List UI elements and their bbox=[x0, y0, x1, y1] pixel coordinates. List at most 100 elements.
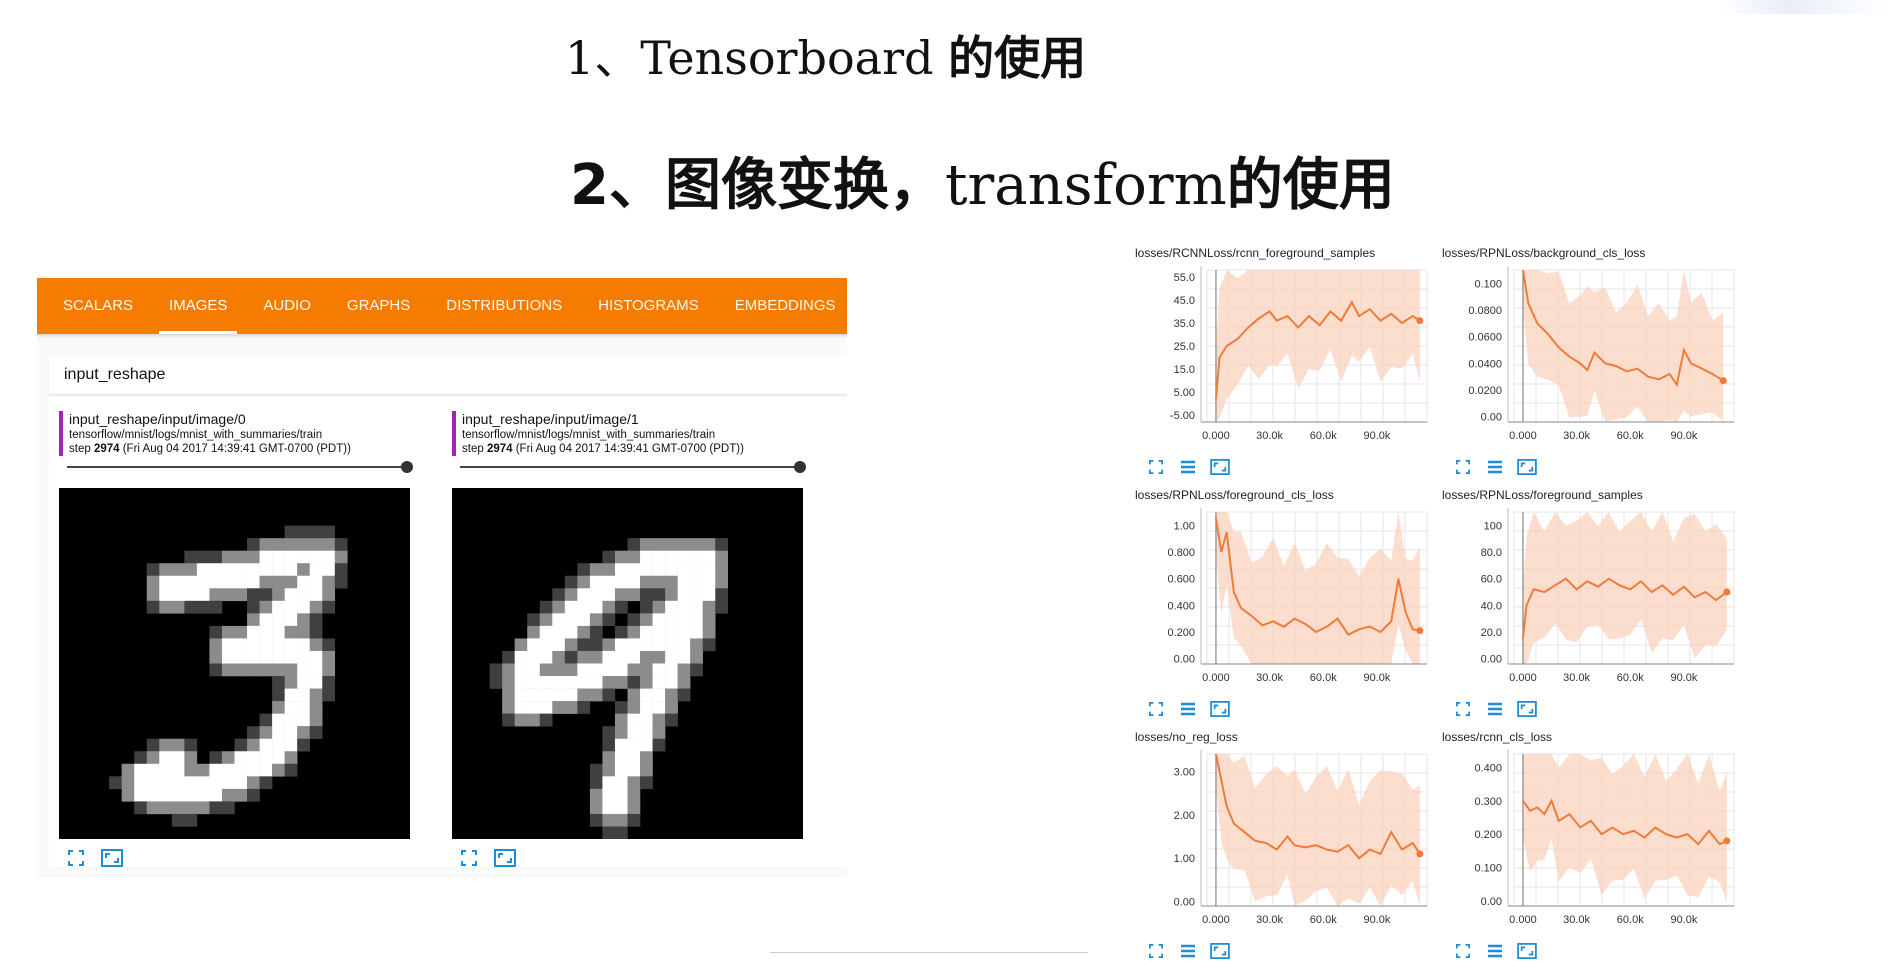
list-icon[interactable] bbox=[1177, 456, 1199, 478]
y-tick-label: 0.100 bbox=[1474, 863, 1502, 875]
fit-icon[interactable] bbox=[494, 847, 516, 869]
y-tick-label: 0.00 bbox=[1481, 896, 1502, 908]
y-tick-label: 1.00 bbox=[1174, 520, 1195, 532]
slider-track[interactable] bbox=[460, 466, 800, 468]
step-time: (Fri Aug 04 2017 14:39:41 GMT-0700 (PDT)… bbox=[512, 443, 744, 455]
x-tick-label: 60.0k bbox=[1310, 914, 1337, 926]
series-end-point bbox=[1723, 588, 1731, 596]
scalar-chart-2: losses/RPNLoss/foreground_cls_loss 1.00 0.… bbox=[1135, 488, 1445, 728]
image-item-1: input_reshape/input/image/1 tensorflow/m… bbox=[452, 411, 812, 869]
slider-knob[interactable] bbox=[794, 461, 806, 473]
x-tick-label: 60.0k bbox=[1310, 430, 1337, 442]
expand-icon[interactable] bbox=[1452, 456, 1474, 478]
x-tick-label: 30.0k bbox=[1563, 914, 1590, 926]
fit-icon[interactable] bbox=[1209, 940, 1231, 962]
tab-embeddings[interactable]: EMBEDDINGS bbox=[717, 278, 847, 334]
chart-title: losses/RPNLoss/background_cls_loss bbox=[1442, 246, 1646, 260]
card-title[interactable]: input_reshape bbox=[49, 356, 847, 395]
chart-actions bbox=[1145, 940, 1231, 962]
y-tick-label: 3.00 bbox=[1174, 766, 1195, 778]
slider-track[interactable] bbox=[67, 466, 407, 468]
step-slider[interactable] bbox=[460, 458, 812, 476]
title-2-suffix: 的使用 bbox=[1226, 153, 1395, 218]
chart-plot: 55.0 45.0 35.0 25.0 15.0 5.00 -5.00 0.000 30.0k 6… bbox=[1170, 266, 1428, 442]
x-tick-label: 90.0k bbox=[1670, 430, 1697, 442]
expand-icon[interactable] bbox=[1452, 940, 1474, 962]
chart-actions bbox=[1145, 456, 1231, 478]
x-tick-label: 0.000 bbox=[1509, 430, 1537, 442]
chart-title: losses/RPNLoss/foreground_samples bbox=[1442, 488, 1643, 502]
expand-icon[interactable] bbox=[65, 847, 87, 869]
fit-icon[interactable] bbox=[1209, 456, 1231, 478]
image-card: input_reshape input_reshape/input/image/… bbox=[49, 356, 847, 869]
expand-icon[interactable] bbox=[1452, 698, 1474, 720]
slide-title-2: 2、图像变换，transform的使用 bbox=[570, 140, 1395, 221]
fit-icon[interactable] bbox=[1516, 940, 1538, 962]
x-tick-label: 60.0k bbox=[1617, 672, 1644, 684]
chart-plot: 3.00 2.00 1.00 0.00 0.000 30.0k 60.0k 90.0k bbox=[1174, 750, 1428, 926]
y-tick-label: 0.400 bbox=[1474, 762, 1502, 774]
x-tick-label: 90.0k bbox=[1363, 430, 1390, 442]
expand-icon[interactable] bbox=[458, 847, 480, 869]
list-icon[interactable] bbox=[1177, 698, 1199, 720]
expand-icon[interactable] bbox=[1145, 698, 1167, 720]
x-tick-label: 90.0k bbox=[1363, 672, 1390, 684]
step-time: (Fri Aug 04 2017 14:39:41 GMT-0700 (PDT)… bbox=[119, 443, 351, 455]
chart-title: losses/RCNNLoss/rcnn_foreground_samples bbox=[1135, 246, 1376, 260]
fit-icon[interactable] bbox=[1209, 698, 1231, 720]
x-tick-label: 0.000 bbox=[1202, 914, 1230, 926]
chart-actions bbox=[1452, 940, 1538, 962]
y-tick-label: 80.0 bbox=[1481, 547, 1502, 559]
x-tick-label: 30.0k bbox=[1256, 430, 1283, 442]
y-tick-label: 15.0 bbox=[1174, 364, 1195, 376]
corner-decoration bbox=[1720, 0, 1889, 14]
image-run: tensorflow/mnist/logs/mnist_with_summari… bbox=[462, 429, 716, 441]
tab-distributions[interactable]: DISTRIBUTIONS bbox=[428, 278, 580, 334]
list-icon[interactable] bbox=[1177, 940, 1199, 962]
scalar-chart-0: losses/RCNNLoss/rcnn_foreground_samples 5… bbox=[1135, 246, 1445, 486]
step-slider[interactable] bbox=[67, 458, 419, 476]
tensorboard-nav: SCALARS IMAGES AUDIO GRAPHS DISTRIBUTIONS HIS… bbox=[37, 278, 847, 334]
x-tick-label: 0.000 bbox=[1509, 672, 1537, 684]
y-tick-label: 0.00 bbox=[1481, 412, 1502, 424]
step-label: step bbox=[69, 443, 94, 455]
chart-title: losses/RPNLoss/foreground_cls_loss bbox=[1135, 488, 1334, 502]
tab-audio[interactable]: AUDIO bbox=[245, 278, 329, 334]
series-end-point bbox=[1719, 377, 1727, 385]
y-tick-label: 0.00 bbox=[1481, 654, 1502, 666]
list-icon[interactable] bbox=[1484, 456, 1506, 478]
chart-plot: 100 80.0 60.0 40.0 20.0 0.00 0.000 30.0k 60.0k 90… bbox=[1481, 508, 1735, 684]
list-icon[interactable] bbox=[1484, 940, 1506, 962]
slider-knob[interactable] bbox=[401, 461, 413, 473]
tab-scalars[interactable]: SCALARS bbox=[45, 278, 151, 334]
x-tick-label: 60.0k bbox=[1617, 430, 1644, 442]
series-end-point bbox=[1416, 317, 1424, 325]
y-tick-label: 0.0600 bbox=[1468, 332, 1502, 344]
list-icon[interactable] bbox=[1484, 698, 1506, 720]
fit-icon[interactable] bbox=[1516, 698, 1538, 720]
step-value: 2974 bbox=[93, 443, 120, 455]
title-2-prefix: 2、图像变换， bbox=[570, 153, 945, 218]
fit-icon[interactable] bbox=[101, 847, 123, 869]
chart-actions bbox=[1452, 698, 1538, 720]
x-tick-label: 30.0k bbox=[1563, 672, 1590, 684]
series-end-point bbox=[1416, 627, 1424, 635]
chart-plot: 1.00 0.800 0.600 0.400 0.200 0.00 0.000 30.0k 60… bbox=[1167, 508, 1428, 684]
image-step: step 2974 (Fri Aug 04 2017 14:39:41 GMT-… bbox=[462, 442, 812, 456]
chart-title: losses/no_reg_loss bbox=[1135, 730, 1238, 744]
x-tick-label: 30.0k bbox=[1256, 914, 1283, 926]
x-tick-label: 60.0k bbox=[1310, 672, 1337, 684]
image-actions bbox=[59, 847, 419, 869]
y-tick-label: 0.0200 bbox=[1468, 385, 1502, 397]
title-1-prefix: 1、Tensorboard bbox=[565, 31, 949, 85]
series-end-point bbox=[1416, 850, 1424, 858]
title-1-suffix: 的使用 bbox=[948, 31, 1087, 85]
chart-plot: 0.400 0.300 0.200 0.100 0.00 0.000 30.0k 60.0k 9… bbox=[1474, 750, 1735, 926]
tab-images[interactable]: IMAGES bbox=[151, 278, 245, 334]
expand-icon[interactable] bbox=[1145, 940, 1167, 962]
scalar-chart-1: losses/RPNLoss/background_cls_loss 0.100 0… bbox=[1442, 246, 1752, 486]
tab-graphs[interactable]: GRAPHS bbox=[329, 278, 428, 334]
expand-icon[interactable] bbox=[1145, 456, 1167, 478]
tab-histograms[interactable]: HISTOGRAMS bbox=[580, 278, 717, 334]
fit-icon[interactable] bbox=[1516, 456, 1538, 478]
